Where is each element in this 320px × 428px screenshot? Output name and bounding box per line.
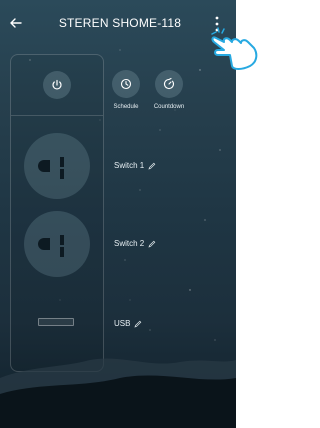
panel-divider xyxy=(11,115,103,116)
usb-row[interactable]: USB xyxy=(114,319,142,328)
power-icon xyxy=(52,79,62,90)
switch-1-row[interactable]: Switch 1 xyxy=(114,161,156,170)
app-screen: STEREN SHOME-118 Schedule Countdown Swit… xyxy=(0,0,236,428)
usb-label: USB xyxy=(114,319,131,328)
outlet-socket-icon xyxy=(38,235,64,257)
mountain-silhouette xyxy=(0,358,236,428)
switch-2-row[interactable]: Switch 2 xyxy=(114,239,156,248)
outlet-socket-icon xyxy=(38,157,64,179)
switch-1-label: Switch 1 xyxy=(114,161,145,170)
schedule-button[interactable] xyxy=(112,70,140,98)
page-title: STEREN SHOME-118 xyxy=(58,16,182,30)
schedule-clock-icon xyxy=(120,78,132,90)
back-arrow-icon xyxy=(10,18,22,28)
outlet-2[interactable] xyxy=(24,211,90,277)
countdown-timer-icon xyxy=(163,77,175,90)
usb-port[interactable] xyxy=(38,318,74,326)
edit-pencil-icon[interactable] xyxy=(148,162,156,170)
back-button[interactable] xyxy=(6,13,26,33)
edit-pencil-icon[interactable] xyxy=(148,240,156,248)
edit-pencil-icon[interactable] xyxy=(134,320,142,328)
power-strip-panel xyxy=(10,54,104,372)
outlet-1[interactable] xyxy=(24,133,90,199)
countdown-label: Countdown xyxy=(153,104,185,110)
app-header: STEREN SHOME-118 xyxy=(0,0,236,46)
pointing-hand-icon xyxy=(211,27,258,70)
switch-2-label: Switch 2 xyxy=(114,239,145,248)
master-power-button[interactable] xyxy=(43,71,71,99)
countdown-button[interactable] xyxy=(155,70,183,98)
